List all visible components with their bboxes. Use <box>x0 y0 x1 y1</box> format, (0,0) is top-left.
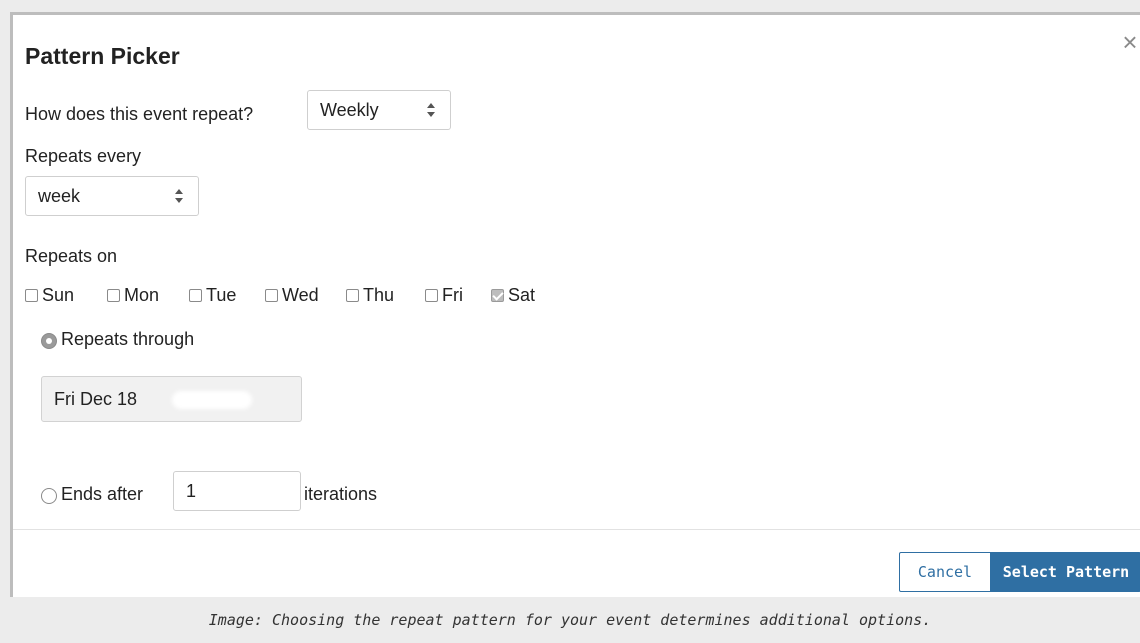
day-label: Mon <box>124 285 160 305</box>
repeats-through-date-field[interactable]: Fri Dec 18 <box>41 376 302 422</box>
select-pattern-button[interactable]: Select Pattern <box>991 552 1140 592</box>
iterations-value: 1 <box>186 481 197 501</box>
day-checkbox-tue[interactable]: Tue <box>189 285 236 306</box>
repeats-through-radio[interactable] <box>41 333 57 349</box>
day-label: Wed <box>282 285 319 305</box>
pattern-picker-dialog: Pattern Picker × How does this event rep… <box>10 12 1140 624</box>
checkbox[interactable] <box>107 289 120 302</box>
ends-after-radio[interactable] <box>41 488 57 504</box>
day-checkbox-mon[interactable]: Mon <box>107 285 159 306</box>
day-label: Sat <box>508 285 536 305</box>
footer-divider <box>13 529 1140 530</box>
repeat-question-label: How does this event repeat? <box>25 104 254 124</box>
day-checkbox-wed[interactable]: Wed <box>265 285 319 306</box>
repeats-every-select[interactable]: week <box>25 176 199 216</box>
redacted-year <box>172 391 252 409</box>
image-caption: Image: Choosing the repeat pattern for y… <box>208 611 932 629</box>
day-label: Sun <box>42 285 75 305</box>
checkbox[interactable] <box>25 289 38 302</box>
repeats-every-value: week <box>38 186 81 206</box>
repeat-frequency-select[interactable]: Weekly <box>307 90 451 130</box>
checkbox-checked[interactable] <box>491 289 504 302</box>
checkbox[interactable] <box>265 289 278 302</box>
day-checkbox-sun[interactable]: Sun <box>25 285 74 306</box>
checkbox[interactable] <box>346 289 359 302</box>
ends-after-label: Ends after <box>61 484 144 504</box>
day-checkbox-fri[interactable]: Fri <box>425 285 463 306</box>
caption-bar: Image: Choosing the repeat pattern for y… <box>0 597 1140 643</box>
day-label: Tue <box>206 285 237 305</box>
day-label: Fri <box>442 285 463 305</box>
day-checkbox-sat[interactable]: Sat <box>491 285 535 306</box>
repeats-through-label: Repeats through <box>61 329 195 349</box>
select-arrows-icon <box>426 102 436 118</box>
dialog-title: Pattern Picker <box>25 43 180 69</box>
repeat-frequency-value: Weekly <box>320 100 379 120</box>
checkbox[interactable] <box>189 289 202 302</box>
day-checkbox-thu[interactable]: Thu <box>346 285 394 306</box>
repeats-on-label: Repeats on <box>25 246 118 266</box>
repeats-every-label: Repeats every <box>25 146 142 166</box>
checkbox[interactable] <box>425 289 438 302</box>
select-arrows-icon <box>174 188 184 204</box>
iterations-input[interactable]: 1 <box>173 471 301 511</box>
close-icon[interactable]: × <box>1119 29 1140 55</box>
cancel-button[interactable]: Cancel <box>899 552 991 592</box>
date-value: Fri Dec 18 <box>54 389 138 409</box>
iterations-suffix: iterations <box>304 484 378 504</box>
day-label: Thu <box>363 285 395 305</box>
